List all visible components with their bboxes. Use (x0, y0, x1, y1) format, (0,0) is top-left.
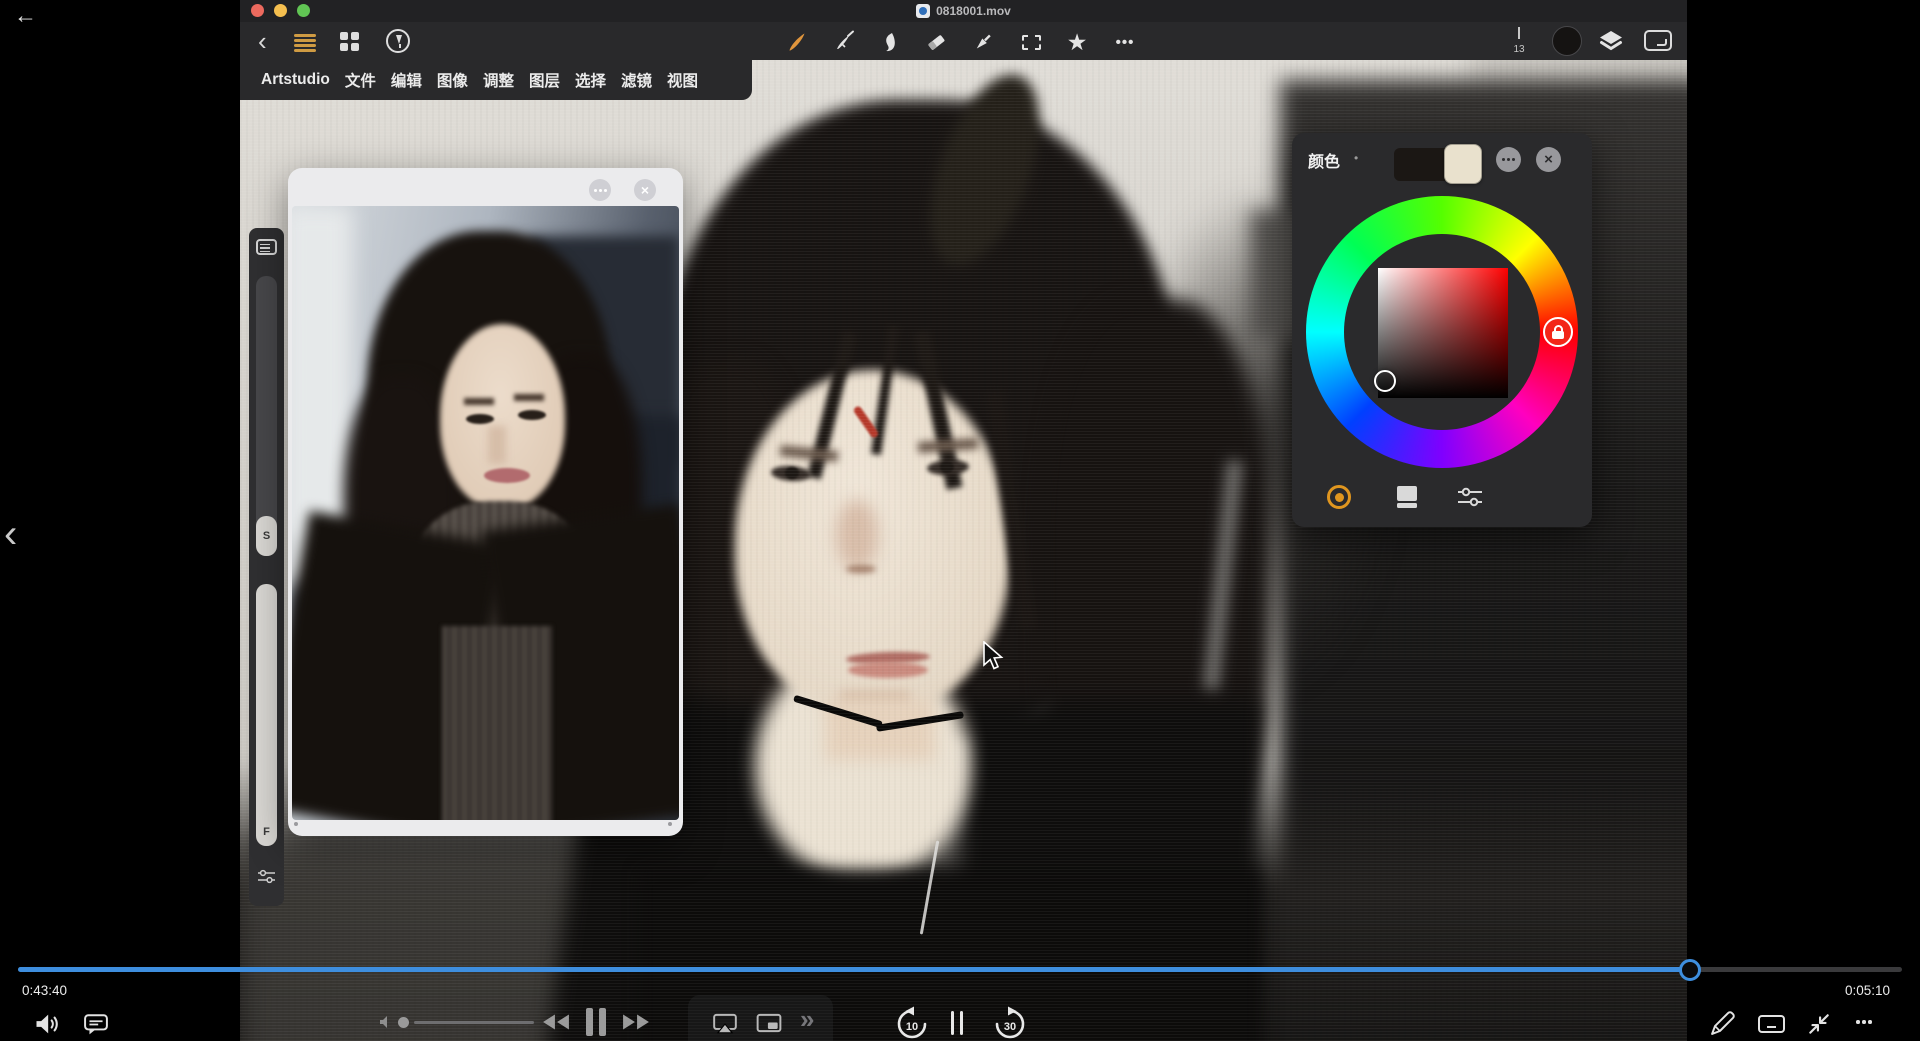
remaining-time: 0:05:10 (1844, 983, 1890, 998)
reference-image-window[interactable]: × (288, 168, 683, 836)
airplay-icon[interactable] (712, 1012, 738, 1034)
eyedropper-tool[interactable] (970, 29, 996, 55)
menu-adjust[interactable]: 调整 (483, 69, 514, 91)
window-title: 0818001.mov (936, 4, 1011, 18)
movie-file-icon (916, 4, 931, 18)
mouse-cursor (982, 640, 1004, 676)
window-title-area: 0818001.mov (240, 0, 1687, 22)
playhead[interactable] (1679, 959, 1701, 981)
color-panel-title-dot: • (1354, 151, 1359, 165)
menu-view[interactable]: 视图 (667, 69, 698, 91)
brush-size-value: 13 (1513, 44, 1525, 55)
mode-swatches-icon[interactable] (1519, 483, 1547, 511)
menu-file[interactable]: 文件 (345, 69, 376, 91)
color-panel-title: 颜色 (1308, 154, 1341, 171)
mode-sliders-icon[interactable] (1456, 483, 1484, 511)
panel-list-icon[interactable] (256, 239, 277, 255)
fast-forward-icon[interactable] (622, 1013, 650, 1031)
selection-tool[interactable] (1018, 29, 1044, 55)
toolbar-more-icon[interactable]: ••• (1112, 29, 1138, 55)
menu-layer[interactable]: 图层 (529, 69, 560, 91)
photo-stroke (442, 626, 552, 820)
gallery-grid-icon[interactable] (340, 32, 360, 51)
menu-hamburger-icon[interactable] (294, 34, 316, 54)
progress-track[interactable] (18, 967, 1902, 972)
primary-color-swatch[interactable] (1394, 148, 1448, 181)
photo-stroke (514, 394, 544, 401)
color-panel: 颜色 • × (1292, 133, 1592, 527)
mode-classic-icon[interactable] (1393, 483, 1421, 511)
menu-filter[interactable]: 滤镜 (621, 69, 652, 91)
photo-stroke (484, 468, 530, 483)
progress-played (18, 967, 1690, 972)
flow-slider-label: F (263, 826, 270, 838)
brush-size-tick (1518, 27, 1520, 39)
app-back-icon[interactable]: ‹ (258, 25, 267, 57)
brush-size-slider[interactable]: S (256, 276, 277, 556)
sv-handle[interactable] (1374, 370, 1396, 392)
paintbrush-tool[interactable] (784, 29, 810, 55)
subtitles-icon[interactable] (82, 1012, 110, 1036)
mode-wheel-icon[interactable] (1325, 483, 1353, 511)
player-more-icon[interactable] (1862, 1020, 1866, 1024)
color-swatches (1394, 144, 1486, 184)
pause-indicator (951, 1011, 963, 1035)
previous-video-chevron-icon[interactable]: ‹ (4, 512, 17, 557)
canvas-view-icon[interactable] (1644, 30, 1672, 51)
layers-icon[interactable] (1598, 29, 1624, 58)
volume-icon[interactable] (32, 1010, 62, 1038)
macos-titlebar: 0818001.mov (240, 0, 1687, 22)
smudge-tool[interactable] (877, 29, 903, 55)
favorites-star-icon[interactable]: ★ (1064, 29, 1090, 55)
video-player: ← ‹ 0818001.mov ‹ ★ ••• 13 Artstudio 文件 … (0, 0, 1920, 1041)
reference-close-icon[interactable]: × (634, 179, 656, 201)
brush-flow-slider[interactable]: F (256, 584, 277, 846)
exit-fullscreen-icon[interactable] (1806, 1011, 1832, 1037)
touchbar-icon[interactable] (1758, 1015, 1785, 1033)
saturation-value-box[interactable] (1378, 268, 1508, 398)
menu-artstudio[interactable]: Artstudio (261, 71, 330, 89)
brush-size-indicator: 13 (1510, 27, 1528, 57)
tool-options-sidebar: S F (249, 228, 284, 906)
more-controls-chevrons-icon[interactable]: » (800, 1004, 814, 1035)
volume-slider-thumb[interactable] (398, 1017, 409, 1028)
eraser-tool[interactable] (923, 29, 949, 55)
picture-in-picture-icon[interactable] (756, 1013, 782, 1033)
photo-stroke (518, 410, 546, 420)
resize-handle[interactable] (668, 822, 672, 826)
current-color-well[interactable] (1552, 26, 1582, 56)
photo-stroke (466, 414, 494, 424)
slider-settings-icon[interactable] (257, 868, 276, 890)
secondary-color-swatch[interactable] (1444, 144, 1482, 184)
pen-mode-icon[interactable] (386, 29, 410, 53)
muted-speaker-icon (378, 1014, 394, 1030)
photo-stroke (464, 398, 494, 405)
color-panel-more-icon[interactable] (1496, 147, 1521, 172)
player-back-icon[interactable]: ← (14, 2, 37, 29)
menu-edit[interactable]: 编辑 (391, 69, 422, 91)
reference-more-icon[interactable] (589, 179, 611, 201)
menu-select[interactable]: 选择 (575, 69, 606, 91)
hue-lock-handle[interactable] (1543, 317, 1573, 347)
rewind-icon[interactable] (542, 1013, 570, 1031)
skip-back-10-button[interactable]: 10 (894, 1006, 930, 1041)
artstudio-toolbar: ‹ ★ ••• 13 (240, 22, 1687, 60)
skip-forward-30-button[interactable]: 30 (992, 1006, 1028, 1041)
photo-stroke (488, 426, 506, 464)
current-time: 0:43:40 (22, 983, 68, 998)
reference-photo (292, 206, 679, 820)
volume-slider-track[interactable] (414, 1021, 534, 1024)
resize-handle[interactable] (294, 822, 298, 826)
pause-button[interactable] (586, 1008, 608, 1036)
menu-image[interactable]: 图像 (437, 69, 468, 91)
color-panel-close-icon[interactable]: × (1536, 147, 1561, 172)
video-content: 0818001.mov ‹ ★ ••• 13 Artstudio 文件 编辑 图… (240, 0, 1687, 1041)
size-slider-thumb[interactable]: S (256, 516, 277, 556)
markup-pencil-icon[interactable] (1708, 1010, 1736, 1038)
app-menubar: Artstudio 文件 编辑 图像 调整 图层 选择 滤镜 视图 (240, 60, 752, 100)
wet-brush-tool[interactable] (830, 29, 856, 55)
